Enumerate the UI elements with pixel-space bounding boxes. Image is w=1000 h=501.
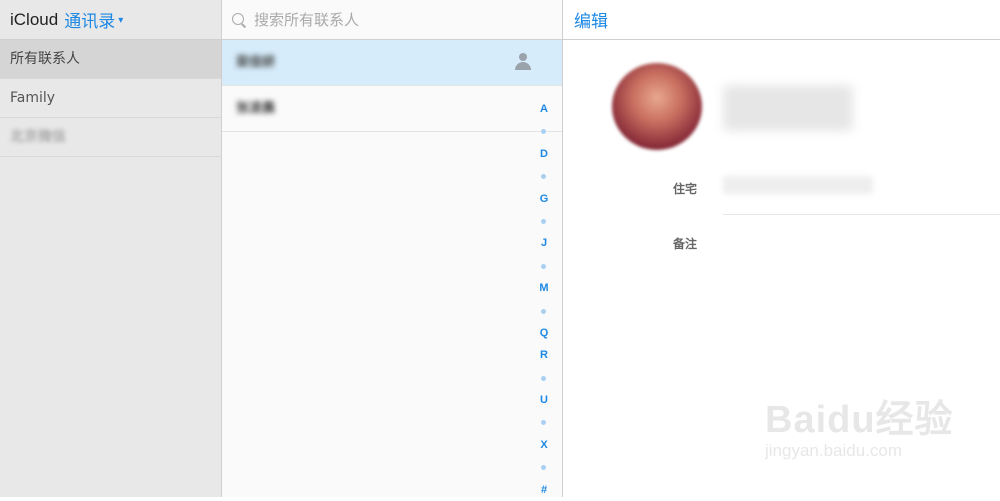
group-item[interactable]: 北京微信 xyxy=(0,118,221,157)
index-letter-u[interactable]: U xyxy=(534,389,554,411)
group-all-contacts[interactable]: 所有联系人 xyxy=(0,40,221,79)
index-dot[interactable] xyxy=(534,165,554,187)
index-letter-d[interactable]: D xyxy=(534,143,554,165)
app-name: 通讯录 xyxy=(64,12,116,32)
detail-toolbar: 编辑 xyxy=(563,0,1000,40)
alphabet-index: A D G J M Q R U X # xyxy=(534,98,554,501)
contact-name: 张凌晨 xyxy=(236,101,276,116)
contact-row[interactable]: 梁佳妍 xyxy=(222,40,562,86)
contact-name: 梁佳妍 xyxy=(236,55,276,70)
search-icon xyxy=(232,12,246,27)
index-dot[interactable] xyxy=(534,255,554,277)
person-icon xyxy=(514,53,532,71)
app-switcher[interactable]: 通讯录 ▾ xyxy=(64,7,123,32)
index-letter-q[interactable]: Q xyxy=(534,322,554,344)
index-letter-r[interactable]: R xyxy=(534,344,554,366)
index-letter-m[interactable]: M xyxy=(534,277,554,299)
contact-row[interactable]: 张凌晨 xyxy=(222,86,562,132)
index-dot[interactable] xyxy=(534,120,554,142)
contact-detail-pane: 编辑 住宅 备注 xyxy=(563,0,1000,497)
index-dot[interactable] xyxy=(534,456,554,478)
index-letter-g[interactable]: G xyxy=(534,188,554,210)
search-bar xyxy=(222,0,562,40)
home-field-label: 住宅 xyxy=(673,182,698,196)
group-label: 北京微信 xyxy=(10,129,66,145)
edit-button[interactable]: 编辑 xyxy=(574,7,608,32)
group-family[interactable]: Family xyxy=(0,79,221,118)
index-letter-x[interactable]: X xyxy=(534,434,554,456)
index-letter-a[interactable]: A xyxy=(534,98,554,120)
field-divider xyxy=(723,214,1000,215)
search-input[interactable] xyxy=(252,9,536,30)
groups-sidebar: iCloud 通讯录 ▾ 所有联系人 Family 北京微信 xyxy=(0,0,222,497)
index-letter-j[interactable]: J xyxy=(534,232,554,254)
sidebar-header: iCloud 通讯录 ▾ xyxy=(0,0,221,40)
contacts-list-pane: 梁佳妍 张凌晨 A D G J M Q R U X # xyxy=(222,0,563,497)
contact-full-name xyxy=(723,85,853,131)
home-field-value[interactable] xyxy=(723,176,873,194)
index-dot[interactable] xyxy=(534,411,554,433)
index-letter-hash[interactable]: # xyxy=(534,479,554,501)
index-dot[interactable] xyxy=(534,367,554,389)
index-dot[interactable] xyxy=(534,300,554,322)
chevron-down-icon: ▾ xyxy=(118,15,124,26)
index-dot[interactable] xyxy=(534,210,554,232)
icloud-brand: iCloud xyxy=(10,9,59,29)
avatar xyxy=(612,63,702,150)
notes-field-label: 备注 xyxy=(673,237,698,251)
